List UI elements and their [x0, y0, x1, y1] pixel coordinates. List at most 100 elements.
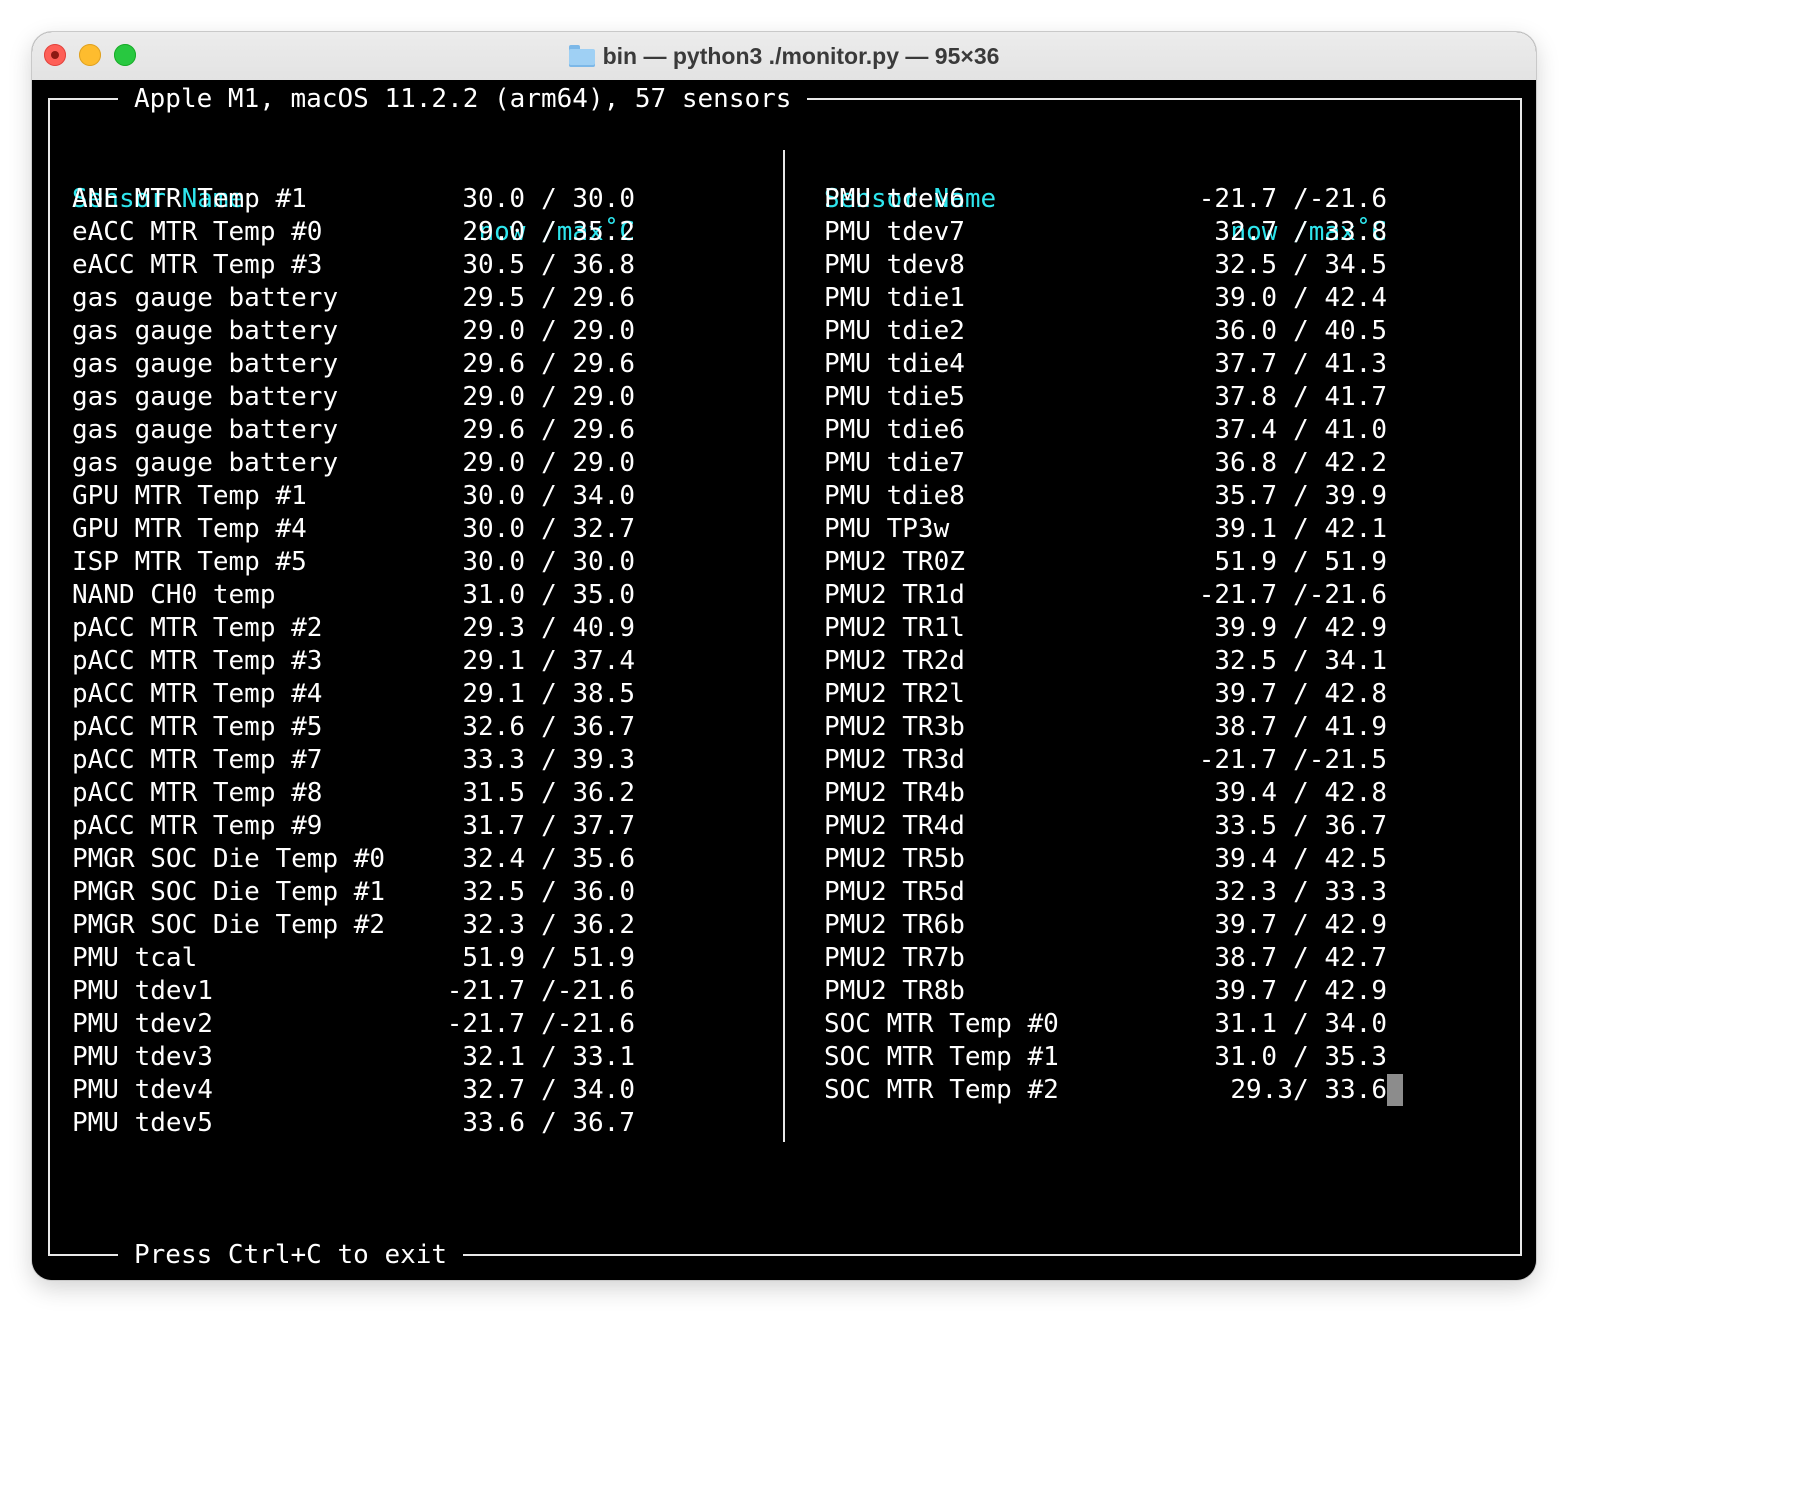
sensor-max-value: / 36.2 — [541, 909, 635, 942]
max-value-text: 29.6 — [572, 349, 635, 379]
max-value-text: 42.2 — [1324, 448, 1387, 478]
table-row: PMU tdev8 32.5 / 34.5 — [824, 249, 1387, 282]
sensor-max-value: / 41.0 — [1293, 414, 1387, 447]
max-value-text: 34.0 — [572, 481, 635, 511]
table-row: PMU tdie2 36.0 / 40.5 — [824, 315, 1387, 348]
sensor-max-value: / 42.8 — [1293, 678, 1387, 711]
value-separator: / — [541, 976, 557, 1006]
max-value-text: 40.9 — [572, 613, 635, 643]
sensor-now-value: 29.6 — [462, 415, 525, 445]
value-separator: / — [1293, 1009, 1325, 1039]
sensor-name: gas gauge battery — [72, 415, 339, 445]
sensor-max-value: / 34.0 — [541, 1074, 635, 1107]
value-separator: / — [1293, 811, 1325, 841]
sensor-max-value: / 33.8 — [1293, 216, 1387, 249]
table-row: eACC MTR Temp #0 29.0 / 35.2 — [72, 216, 635, 249]
value-separator: / — [541, 1075, 573, 1105]
sensor-max-value: / 29.6 — [541, 414, 635, 447]
table-row: pACC MTR Temp #3 29.1 / 37.4 — [72, 645, 635, 678]
value-separator: / — [541, 250, 573, 280]
sensor-name: PMU2 TR2l — [824, 679, 965, 709]
sensor-now-value: 32.1 — [462, 1042, 525, 1072]
value-separator: / — [541, 745, 573, 775]
sensor-name: PMU2 TR3b — [824, 712, 965, 742]
sensor-max-value: /-21.6 — [541, 1008, 635, 1041]
sensor-max-value: / 33.3 — [1293, 876, 1387, 909]
sensor-name: PMU tdie4 — [824, 349, 965, 379]
max-value-text: 29.6 — [572, 415, 635, 445]
sensor-now-value: 30.0 — [462, 481, 525, 511]
sensor-now-value: 32.6 — [462, 712, 525, 742]
sensor-name: PMGR SOC Die Temp #0 — [72, 844, 386, 874]
sensor-now-value: 31.1 — [1214, 1009, 1277, 1039]
title-bar[interactable]: bin — python3 ./monitor.py — 95×36 — [32, 32, 1536, 81]
sensor-now-value: 32.5 — [1214, 250, 1277, 280]
sensor-name: gas gauge battery — [72, 283, 339, 313]
sensor-max-value: / 29.0 — [541, 447, 635, 480]
frame-header: Apple M1, macOS 11.2.2 (arm64), 57 senso… — [118, 81, 808, 117]
table-row: gas gauge battery 29.6/ 29.6 — [72, 414, 635, 447]
value-separator: / — [1293, 943, 1325, 973]
max-value-text: 33.8 — [1324, 217, 1387, 247]
sensor-max-value: /-21.6 — [541, 975, 635, 1008]
table-row: pACC MTR Temp #9 31.7 / 37.7 — [72, 810, 635, 843]
table-row: PMU tdev5 33.6 / 36.7 — [72, 1107, 635, 1140]
table-row: PMU2 TR5b 39.4 / 42.5 — [824, 843, 1387, 876]
value-separator: / — [1293, 646, 1325, 676]
value-separator: / — [1293, 844, 1325, 874]
value-separator: / — [1293, 679, 1325, 709]
sensor-name: PMU tdie6 — [824, 415, 965, 445]
sensor-name: SOC MTR Temp #0 — [824, 1009, 1059, 1039]
value-separator: / — [541, 349, 573, 379]
sensor-max-value: / 36.2 — [541, 777, 635, 810]
sensor-name: PMU2 TR1d — [824, 580, 965, 610]
max-value-text: 34.0 — [1324, 1009, 1387, 1039]
sensor-name: SOC MTR Temp #2 — [824, 1075, 1059, 1105]
table-row: pACC MTR Temp #8 31.5 / 36.2 — [72, 777, 635, 810]
value-separator: / — [1293, 910, 1325, 940]
table-row: PMU2 TR4d 33.5 / 36.7 — [824, 810, 1387, 843]
value-separator: / — [541, 613, 573, 643]
table-row: PMU tdie1 39.0 / 42.4 — [824, 282, 1387, 315]
folder-icon — [568, 45, 595, 67]
max-value-text: 39.9 — [1324, 481, 1387, 511]
sensor-name: PMU2 TR8b — [824, 976, 965, 1006]
sensor-name: PMU2 TR6b — [824, 910, 965, 940]
sensor-max-value: / 42.9 — [1293, 612, 1387, 645]
table-row: PMU tcal 51.9/ 51.9 — [72, 942, 635, 975]
table-row: PMU2 TR1d -21.7 /-21.6 — [824, 579, 1387, 612]
table-row: PMU2 TR8b 39.7 / 42.9 — [824, 975, 1387, 1008]
max-value-text: 42.4 — [1324, 283, 1387, 313]
value-separator: / — [1293, 184, 1309, 214]
sensor-now-value: 29.0 — [462, 448, 525, 478]
max-value-text: 51.9 — [1324, 547, 1387, 577]
window-title: bin — python3 ./monitor.py — 95×36 — [32, 32, 1536, 80]
table-row: PMU2 TR4b 39.4 / 42.8 — [824, 777, 1387, 810]
sensor-name: GPU MTR Temp #4 — [72, 514, 307, 544]
max-value-text: 34.5 — [1324, 250, 1387, 280]
sensor-max-value: / 51.9 — [1293, 546, 1387, 579]
sensor-now-value: 29.3 — [1230, 1075, 1293, 1105]
table-row: PMU tdev4 32.7 / 34.0 — [72, 1074, 635, 1107]
sensor-max-value: / 39.3 — [541, 744, 635, 777]
sensor-max-value: / 34.5 — [1293, 249, 1387, 282]
terminal-content[interactable]: Apple M1, macOS 11.2.2 (arm64), 57 senso… — [32, 80, 1536, 1280]
sensor-now-value: 31.0 — [1214, 1042, 1277, 1072]
value-separator: / — [1293, 580, 1309, 610]
sensor-now-value: 33.3 — [462, 745, 525, 775]
sensor-now-value: 39.9 — [1214, 613, 1277, 643]
sensor-name: PMU tcal — [72, 943, 198, 973]
table-row: pACC MTR Temp #7 33.3 / 39.3 — [72, 744, 635, 777]
max-value-text: 33.6 — [1324, 1075, 1387, 1105]
max-value-text: -21.6 — [1308, 580, 1387, 610]
terminal-cursor — [1387, 1074, 1403, 1106]
sensor-now-value: 32.5 — [1214, 646, 1277, 676]
sensor-max-value: / 29.0 — [541, 315, 635, 348]
sensor-name: PMU tdev5 — [72, 1108, 213, 1138]
table-row: ANE MTR Temp #1 30.0/ 30.0 — [72, 183, 635, 216]
sensor-name: pACC MTR Temp #7 — [72, 745, 323, 775]
sensor-name: PMU tdev3 — [72, 1042, 213, 1072]
sensor-now-value: 51.9 — [462, 943, 525, 973]
value-separator: / — [1293, 481, 1325, 511]
sensor-max-value: / 42.1 — [1293, 513, 1387, 546]
